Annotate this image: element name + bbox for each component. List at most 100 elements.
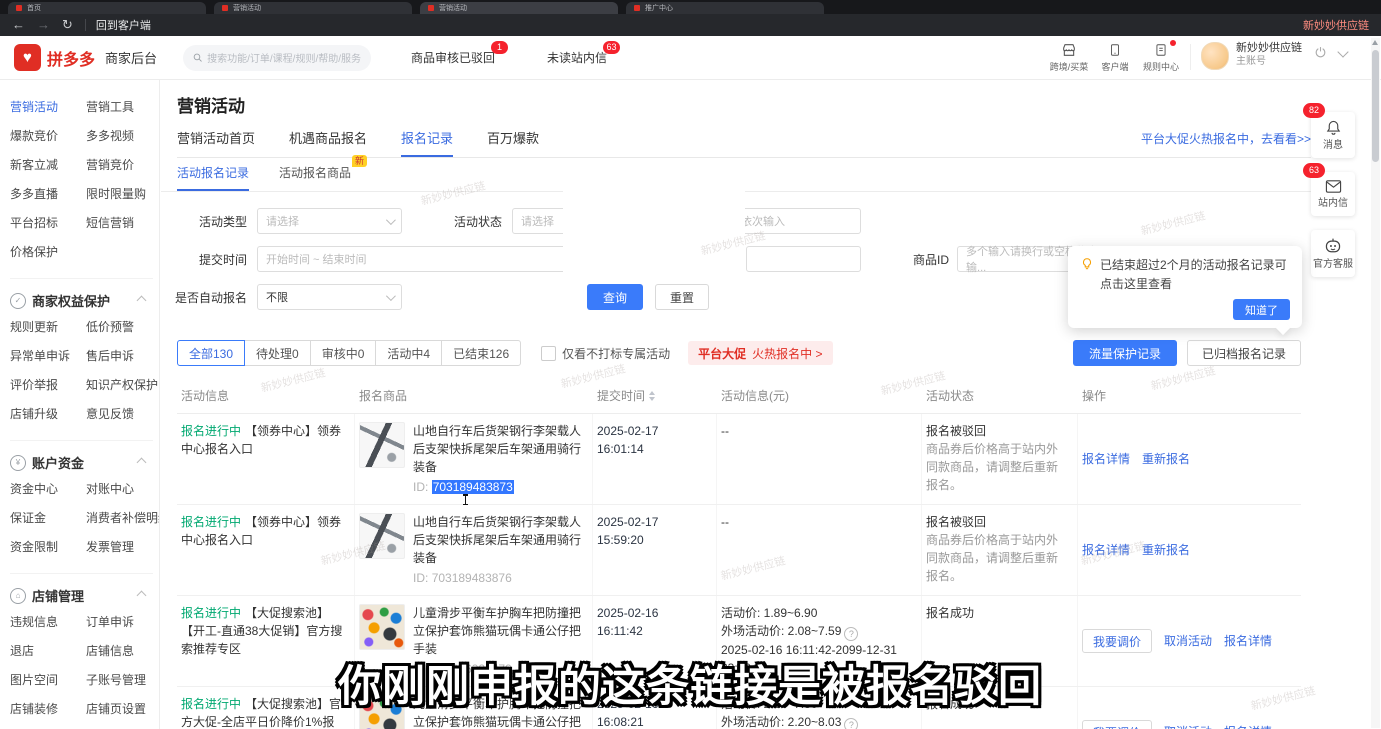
rail-site-mail[interactable]: 63 站内信 [1311,172,1355,216]
tab-million-bestsellers[interactable]: 百万爆款 [487,128,539,157]
account-avatar[interactable] [1201,42,1229,70]
sidebar-item[interactable]: 店铺页设置 [86,700,153,717]
sidebar-item[interactable]: 资金中心 [10,480,80,497]
sidebar-item[interactable]: 意见反馈 [86,405,158,422]
back-button[interactable]: ← [12,14,25,36]
signup-detail-link[interactable]: 报名详情 [1224,632,1272,650]
forward-button[interactable]: → [37,14,50,36]
cancel-activity-link[interactable]: 取消活动 [1164,723,1212,729]
tab-activity-home[interactable]: 营销活动首页 [177,128,255,157]
scrollbar-thumb[interactable] [1372,50,1379,162]
promo-hot-chip[interactable]: 平台大促火热报名中 > [688,341,832,365]
browser-tab-3[interactable]: 营销活动 [420,2,618,14]
sidebar-item[interactable]: 短信营销 [86,214,153,231]
chip-reviewing[interactable]: 审核中0 [310,340,377,366]
rail-messages[interactable]: 82 消息 [1311,112,1355,158]
sidebar-item[interactable]: 店铺信息 [86,642,153,659]
unread-mail-link[interactable]: 未读站内信63 [547,49,607,66]
address-text[interactable]: 回到客户端 [96,17,151,33]
sidebar-item[interactable]: 子账号管理 [86,671,153,688]
chip-pending[interactable]: 待处理0 [244,340,311,366]
sort-icon[interactable] [649,391,655,401]
info-icon[interactable] [844,627,858,641]
product-id[interactable]: ID: 703189483873 [413,478,582,496]
re-signup-link[interactable]: 重新报名 [1142,541,1190,559]
sidebar-item[interactable]: 多多直播 [10,185,80,202]
sidebar-item[interactable]: 知识产权保护 [86,376,158,393]
tab-opportunity-signup[interactable]: 机遇商品报名 [289,128,367,157]
product-image[interactable] [359,604,405,650]
reset-button[interactable]: 重置 [655,284,709,310]
info-icon[interactable] [844,718,858,729]
promo-banner-link[interactable]: 平台大促火热报名中，去看看>> [1141,130,1311,147]
exclusive-filter-checkbox[interactable] [541,346,556,361]
product-title[interactable]: 山地自行车后货架钢行李架载人后支架快拆尾架后车架通用骑行装备 [413,422,582,476]
query-button[interactable]: 查询 [587,284,643,310]
chip-active[interactable]: 活动中4 [375,340,442,366]
sidebar-item[interactable]: 多多视频 [86,127,153,144]
sidebar-item[interactable]: 店铺升级 [10,405,80,422]
signup-detail-link[interactable]: 报名详情 [1082,541,1130,559]
browser-profile[interactable]: 新妙妙供应链 [1303,17,1369,33]
sidebar-item[interactable]: 售后申诉 [86,347,158,364]
sidebar-item[interactable]: 资金限制 [10,538,80,555]
subtab-signup-goods[interactable]: 活动报名商品新 [279,164,351,191]
global-search-input[interactable]: 搜索功能/订单/课程/规则/帮助/服务 [183,45,371,71]
cancel-activity-link[interactable]: 取消活动 [1164,632,1212,650]
client-app-entry[interactable]: 客户端 [1092,42,1138,73]
product-title[interactable]: 山地自行车后货架钢行李架载人后支架快拆尾架后车架通用骑行装备 [413,513,582,567]
got-it-button[interactable]: 知道了 [1233,299,1290,320]
browser-tab-4[interactable]: 推广中心 [626,2,824,14]
sidebar-item[interactable]: 订单申诉 [86,613,153,630]
signup-detail-link[interactable]: 报名详情 [1082,450,1130,468]
product-image[interactable] [359,422,405,468]
product-title[interactable]: 儿童滑步平衡车护胸车把防撞把立保护套饰熊猫玩偶卡通公仔把手装 [413,604,582,658]
sidebar-item[interactable]: 低价预警 [86,318,158,335]
flow-protect-button[interactable]: 流量保护记录 [1073,340,1177,366]
re-signup-link[interactable]: 重新报名 [1142,450,1190,468]
browser-tab-1[interactable]: 首页 [8,2,206,14]
sidebar-item[interactable]: 评价举报 [10,376,80,393]
product-id[interactable]: ID: 703189483876 [413,569,582,587]
sidebar-section-shop[interactable]: ⌂ 店铺管理 [10,573,153,605]
sidebar-item[interactable]: 对账中心 [86,480,160,497]
col-submit-time[interactable]: 提交时间 [593,378,717,413]
archived-records-button[interactable]: 已归档报名记录 [1187,340,1301,366]
sidebar-item[interactable]: 规则更新 [10,318,80,335]
sidebar-item[interactable]: 店铺装修 [10,700,80,717]
sidebar-item[interactable]: 退店 [10,642,80,659]
collapse-caret-icon[interactable] [137,296,147,306]
sidebar-item[interactable]: 保证金 [10,509,80,526]
sidebar-section-funds[interactable]: ¥ 账户资金 [10,440,153,472]
scroll-up-arrow[interactable] [1372,40,1378,45]
sidebar-section-rights[interactable]: ✓ 商家权益保护 [10,278,153,310]
signup-detail-link[interactable]: 报名详情 [1224,723,1272,729]
page-scrollbar[interactable] [1371,38,1380,728]
auto-signup-select[interactable]: 不限 [257,284,402,310]
crossborder-entry[interactable]: 跨境/买菜 [1046,42,1092,73]
tab-signup-records[interactable]: 报名记录 [401,128,453,157]
rail-official-service[interactable]: 官方客服 [1311,230,1355,277]
reload-button[interactable]: ↻ [62,14,73,36]
collapse-caret-icon[interactable] [137,591,147,601]
audit-rejected-link[interactable]: 商品审核已驳回1 [411,49,495,66]
collapse-caret-icon[interactable] [137,458,147,468]
sidebar-item-marketing-activity[interactable]: 营销活动 [10,98,80,115]
sidebar-item[interactable]: 价格保护 [10,243,80,260]
chip-ended[interactable]: 已结束126 [441,340,521,366]
sidebar-item[interactable]: 营销竞价 [86,156,153,173]
sidebar-item[interactable]: 图片空间 [10,671,80,688]
sidebar-item[interactable]: 限时限量购 [86,185,153,202]
power-icon[interactable] [1314,46,1327,59]
adjust-price-button[interactable]: 我要调价 [1082,720,1152,729]
browser-tab-2[interactable]: 营销活动 [214,2,412,14]
activity-type-select[interactable]: 请选择 [257,208,402,234]
sidebar-item[interactable]: 爆款竞价 [10,127,80,144]
extra-filter-input[interactable] [746,246,861,272]
product-image[interactable] [359,513,405,559]
chevron-down-icon[interactable] [1337,46,1348,57]
rule-center-entry[interactable]: 规则中心 [1138,42,1184,73]
sidebar-item[interactable]: 异常单申诉 [10,347,80,364]
sidebar-item[interactable]: 平台招标 [10,214,80,231]
sidebar-item[interactable]: 新客立减 [10,156,80,173]
